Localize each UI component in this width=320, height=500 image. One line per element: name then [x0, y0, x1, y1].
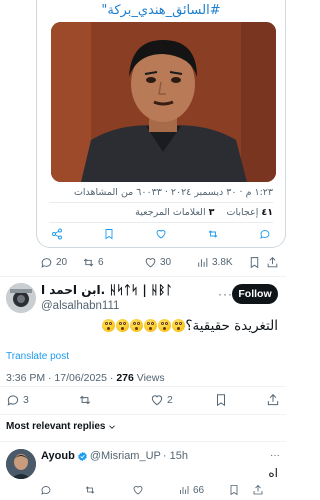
divider [0, 386, 286, 387]
views-button[interactable]: 3.8K [196, 256, 248, 269]
reply-button[interactable] [40, 484, 84, 496]
reply-avatar-image [6, 449, 36, 479]
divider [0, 414, 286, 415]
divider [49, 222, 273, 223]
reply-button[interactable]: 20 [40, 256, 82, 269]
share-icon [253, 484, 263, 495]
screenshot-bookmarks-label: العلامات المرجعية [135, 207, 206, 218]
screenshot-counts: ٤١ إعجابات ٣ العلامات المرجعية [135, 207, 273, 218]
like-icon [151, 395, 163, 406]
follow-button[interactable]: Follow [232, 284, 278, 304]
reply-button[interactable]: 3 [6, 393, 78, 407]
views-count: 66 [193, 484, 205, 496]
share-icon [267, 256, 278, 267]
divider [49, 202, 273, 203]
like-icon [145, 257, 156, 267]
tweet-actions: 3 2 [6, 392, 281, 408]
flushed-emoji-icon [102, 319, 116, 332]
reply-more-options-icon[interactable]: ··· [270, 450, 280, 461]
like-icon [156, 229, 166, 239]
more-options-icon[interactable]: ··· [218, 287, 233, 301]
reply-icon [7, 395, 19, 406]
repost-button[interactable] [78, 393, 150, 407]
repost-icon [83, 258, 94, 266]
views-total: 276 [116, 372, 134, 384]
flushed-emoji-icon [158, 319, 172, 332]
like-button[interactable] [132, 484, 178, 496]
screenshot-caption: #السائق_هندي_بركة" [101, 3, 221, 18]
views-icon [198, 257, 208, 267]
user-handle[interactable]: @alsalhabn111 [41, 300, 119, 312]
like-count: 2 [167, 394, 173, 406]
bookmark-button[interactable] [248, 256, 266, 269]
reply-time[interactable]: · 15h [163, 450, 188, 462]
bookmark-icon [217, 394, 225, 407]
portrait-photo [51, 22, 276, 182]
views-icon [180, 486, 189, 494]
repost-icon [79, 395, 91, 405]
screenshot-meta: ١:٢٣ م · ٣٠ ديسمبر ٢٠٢٤ · ٦٠٠٣٣ من المشا… [73, 187, 273, 198]
bookmark-icon [230, 485, 238, 496]
views-button[interactable]: 66 [178, 484, 228, 496]
reply-header: Ayoub @Misriam_UP · 15h [41, 450, 188, 462]
verified-icon [78, 451, 87, 461]
bookmark-button[interactable] [214, 393, 266, 407]
share-button[interactable] [252, 484, 264, 496]
divider [0, 276, 286, 277]
reply-actions: 66 [40, 483, 280, 497]
tweet-timestamp: 3:36 PM · 17/06/2025 · 276 Views [6, 372, 165, 384]
display-name[interactable]: ابن احمد ا. ᚺᛋᛏᛋ | ᚺᛒᛚ [41, 283, 173, 297]
avatar[interactable] [6, 283, 36, 313]
share-icon [52, 228, 62, 240]
repost-icon [85, 486, 95, 494]
repost-count: 6 [98, 256, 104, 268]
quoted-screenshot-image: #السائق_هندي_بركة" ١:٢٣ م · ٣٠ ديسمبر ٢٠… [41, 0, 281, 246]
flushed-emoji-icon [172, 319, 186, 332]
screenshot-likes-label: إعجابات [226, 207, 259, 218]
reply-count: 20 [56, 256, 68, 268]
reply-icon [41, 257, 52, 268]
reply-avatar[interactable] [6, 449, 36, 479]
flushed-emoji-group [101, 318, 186, 334]
timestamp-time[interactable]: 3:36 PM · 17/06/2025 · [6, 372, 116, 384]
reply-icon [41, 486, 51, 495]
flushed-emoji-icon [144, 319, 158, 332]
like-button[interactable]: 2 [150, 393, 214, 407]
translate-link[interactable]: Translate post [6, 351, 69, 362]
like-count: 30 [160, 256, 172, 268]
avatar-image [6, 283, 36, 313]
share-button[interactable] [266, 256, 279, 269]
tweet-text-body: التغريدة حقيقية؟ [185, 318, 278, 334]
reply-text: اه [268, 466, 278, 480]
replies-sort-label: Most relevant replies [6, 421, 106, 432]
share-icon [267, 394, 279, 406]
screenshot-actions [51, 228, 271, 240]
reply-icon [260, 230, 270, 239]
bookmark-icon [250, 256, 259, 268]
views-count: 3.8K [212, 256, 233, 268]
tweet-text: التغريدة حقيقية؟ [8, 318, 278, 334]
portrait-illustration [51, 22, 276, 182]
reply-handle[interactable]: @Misriam_UP [90, 450, 161, 462]
repost-button[interactable] [84, 484, 132, 496]
quoted-tweet-card[interactable]: #السائق_هندي_بركة" ١:٢٣ م · ٣٠ ديسمبر ٢٠… [36, 0, 286, 248]
reply-display-name[interactable]: Ayoub [41, 450, 75, 462]
screenshot-bookmarks-value: ٣ [208, 207, 215, 218]
share-button[interactable] [266, 393, 280, 407]
replies-sort-dropdown[interactable]: Most relevant replies [6, 421, 117, 432]
quoted-tweet-actions: 20 6 30 3.8K [40, 254, 286, 270]
chevron-down-icon [109, 424, 116, 429]
repost-icon [208, 230, 218, 238]
divider [0, 441, 286, 442]
bookmark-icon [105, 229, 113, 240]
bookmark-button[interactable] [228, 484, 252, 496]
screenshot-likes-value: ٤١ [261, 207, 273, 218]
flushed-emoji-icon [116, 319, 130, 332]
flushed-emoji-icon [130, 319, 144, 332]
repost-button[interactable]: 6 [82, 256, 144, 269]
views-label: Views [133, 372, 165, 384]
like-icon [133, 485, 143, 495]
like-button[interactable]: 30 [144, 256, 196, 269]
reply-count: 3 [23, 394, 29, 406]
